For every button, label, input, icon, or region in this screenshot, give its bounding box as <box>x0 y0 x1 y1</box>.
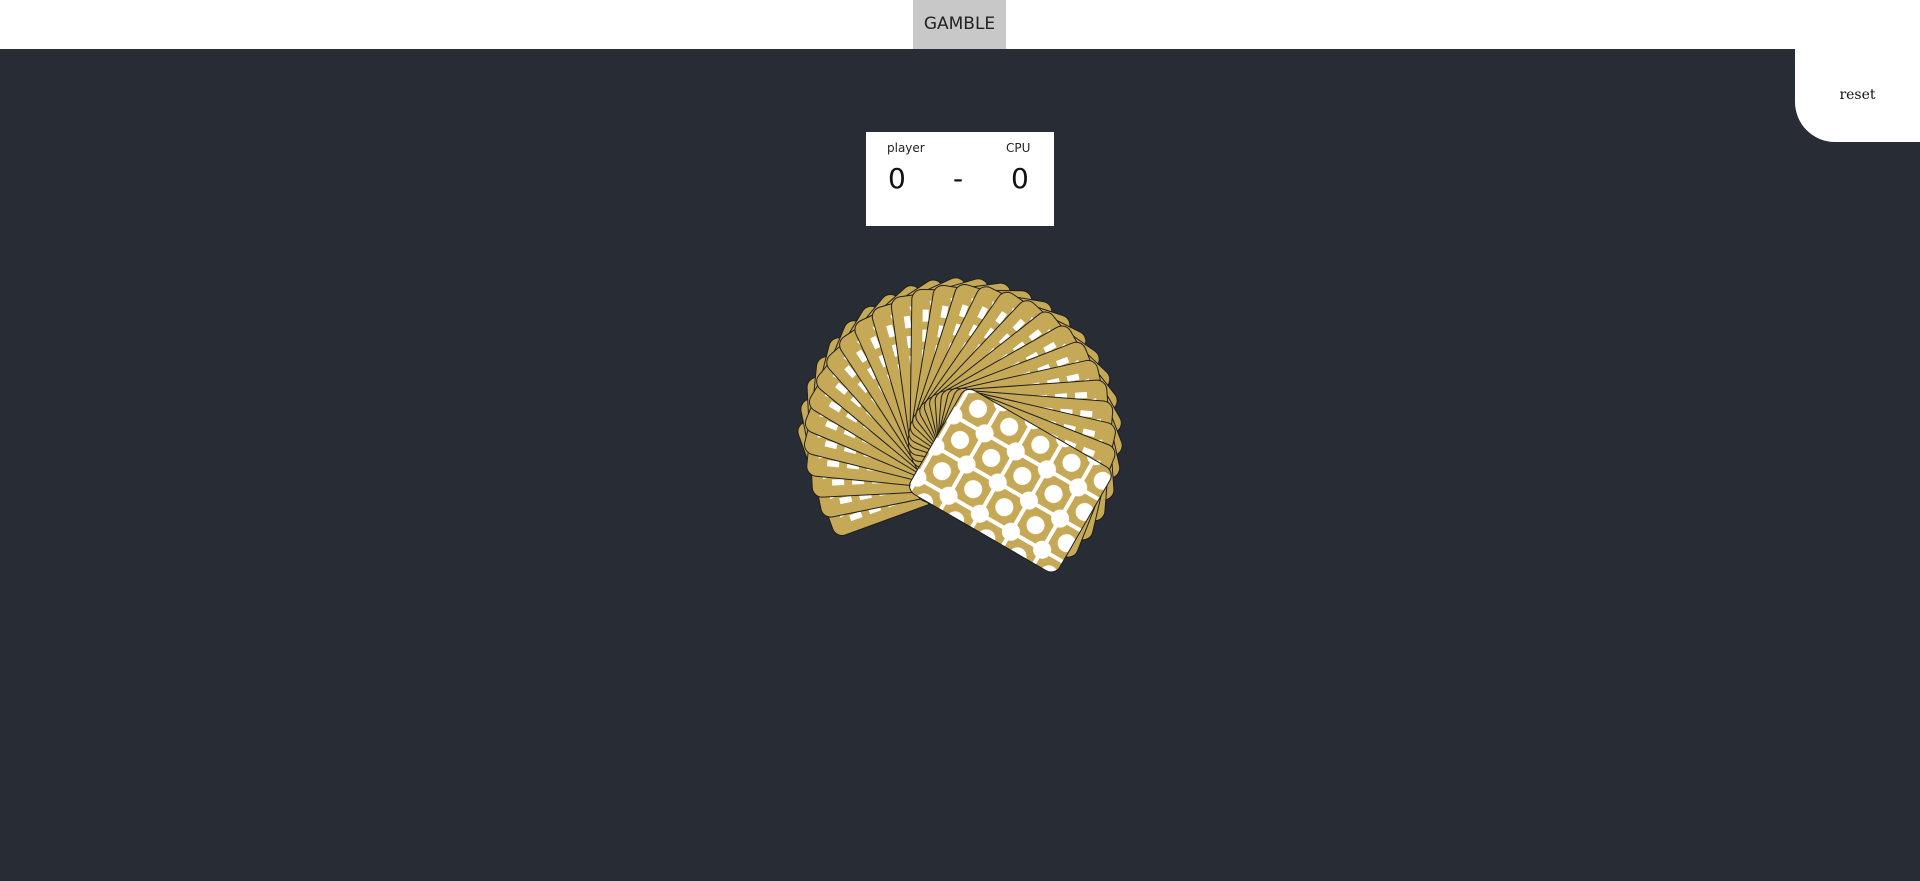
cpu-label: CPU <box>1006 141 1031 155</box>
player-score: 0 <box>888 162 906 195</box>
card-deck[interactable] <box>760 270 1160 610</box>
card-fan[interactable] <box>760 270 1160 610</box>
scoreboard: player CPU 0 - 0 <box>866 132 1054 226</box>
top-bar: GAMBLE <box>0 0 1920 49</box>
gamble-button[interactable]: GAMBLE <box>913 0 1006 49</box>
score-separator: - <box>953 162 964 195</box>
cpu-score: 0 <box>1011 162 1029 195</box>
player-label: player <box>887 141 925 155</box>
reset-button[interactable]: reset <box>1795 49 1920 142</box>
